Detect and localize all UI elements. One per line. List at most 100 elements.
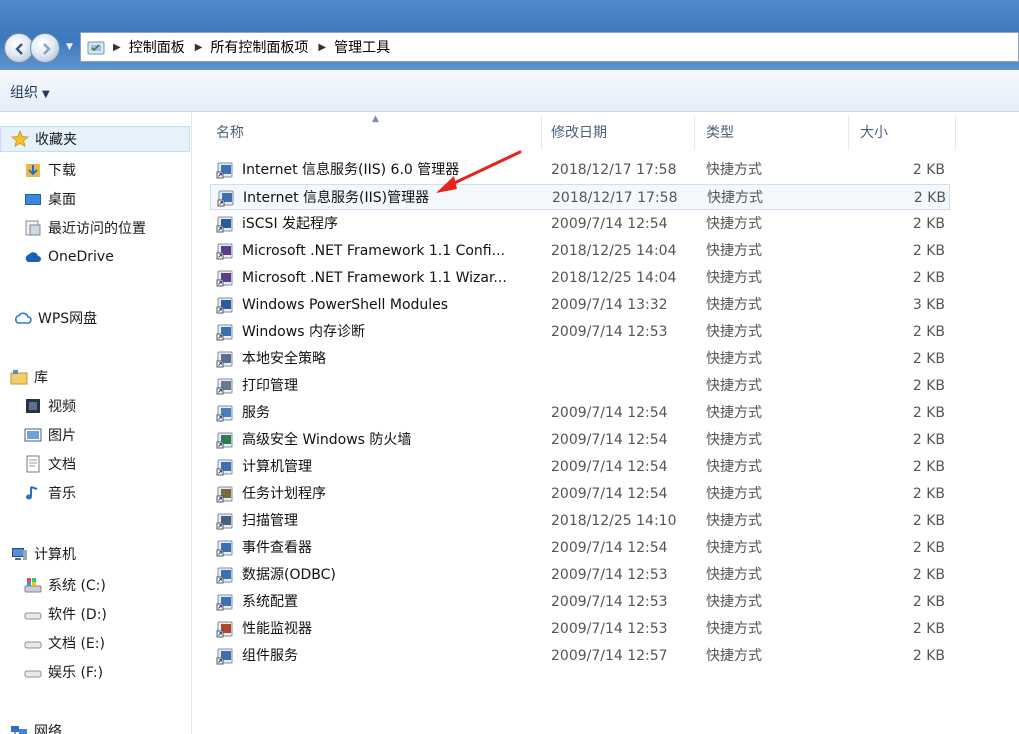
sidebar-item-computer[interactable]: 计算机: [0, 541, 190, 567]
table-row[interactable]: 系统配置 2009/7/14 12:53 快捷方式 2 KB: [210, 589, 950, 615]
star-icon: [11, 130, 29, 148]
system-drive-icon: [24, 578, 42, 593]
sidebar-item-pictures[interactable]: 图片: [0, 422, 190, 448]
file-date: 2018/12/17 17:58: [552, 190, 678, 206]
sidebar-item-drive-e[interactable]: 文档 (E:): [0, 630, 190, 656]
column-divider[interactable]: [541, 116, 542, 150]
shortcut-icon: [216, 270, 233, 287]
organize-menu-button[interactable]: 组织 ▼: [10, 82, 50, 102]
command-bar: 组织 ▼: [0, 70, 1019, 112]
file-size: 2 KB: [912, 405, 945, 421]
table-row[interactable]: 打印管理 快捷方式 2 KB: [210, 373, 950, 399]
breadcrumb-all-items[interactable]: 所有控制面板项: [210, 37, 308, 57]
table-row[interactable]: 本地安全策略 快捷方式 2 KB: [210, 346, 950, 372]
sidebar-item-drive-d[interactable]: 软件 (D:): [0, 601, 190, 627]
table-row[interactable]: 计算机管理 2009/7/14 12:54 快捷方式 2 KB: [210, 454, 950, 480]
file-date: 2009/7/14 12:54: [551, 459, 668, 475]
table-row[interactable]: Internet 信息服务(IIS) 6.0 管理器 2018/12/17 17:…: [210, 157, 950, 183]
shortcut-icon: [216, 567, 233, 584]
shortcut-icon: [216, 459, 233, 476]
column-header-type[interactable]: 类型: [706, 112, 846, 152]
sidebar-item-drive-c[interactable]: 系统 (C:): [0, 572, 190, 598]
control-panel-icon: [87, 41, 105, 55]
drive-icon: [24, 612, 42, 620]
shortcut-icon: [216, 621, 233, 638]
table-row[interactable]: Microsoft .NET Framework 1.1 Wizar... 201…: [210, 265, 950, 291]
table-row[interactable]: Internet 信息服务(IIS)管理器 2018/12/17 17:58 快捷方…: [210, 184, 950, 210]
breadcrumb-separator-icon[interactable]: ▶: [318, 42, 326, 53]
shortcut-icon: [216, 216, 233, 233]
breadcrumb-admin-tools[interactable]: 管理工具: [334, 37, 390, 57]
table-row[interactable]: 服务 2009/7/14 12:54 快捷方式 2 KB: [210, 400, 950, 426]
shortcut-icon: [216, 324, 233, 341]
file-date: 2009/7/14 12:54: [551, 405, 668, 421]
file-size: 2 KB: [912, 243, 945, 259]
table-row[interactable]: 扫描管理 2018/12/25 14:10 快捷方式 2 KB: [210, 508, 950, 534]
drive-icon: [24, 641, 42, 649]
breadcrumb-separator-icon[interactable]: ▶: [113, 42, 121, 53]
file-name: Windows 内存诊断: [242, 324, 365, 340]
column-header-date[interactable]: 修改日期: [551, 112, 691, 152]
file-date: 2009/7/14 12:53: [551, 567, 668, 583]
table-row[interactable]: Microsoft .NET Framework 1.1 Confi... 201…: [210, 238, 950, 264]
file-name: 服务: [242, 405, 270, 421]
sidebar-item-desktop[interactable]: 桌面: [0, 186, 190, 212]
shortcut-icon: [216, 405, 233, 422]
downloads-folder-icon: [26, 164, 40, 177]
file-type: 快捷方式: [706, 540, 762, 556]
breadcrumb-separator-icon[interactable]: ▶: [195, 42, 203, 53]
sidebar-item-videos[interactable]: 视频: [0, 393, 190, 419]
column-header-name[interactable]: 名称: [216, 112, 536, 152]
sidebar-item-wps-cloud[interactable]: WPS网盘: [0, 305, 190, 331]
sidebar-item-network[interactable]: 网络: [0, 718, 190, 734]
sidebar-item-documents[interactable]: 文档: [0, 451, 190, 477]
file-name: Internet 信息服务(IIS) 6.0 管理器: [242, 162, 460, 178]
column-header-size[interactable]: 大小: [860, 112, 950, 152]
column-divider[interactable]: [955, 116, 956, 150]
cloud-outline-icon: [15, 312, 32, 324]
sidebar-item-libraries[interactable]: 库: [0, 364, 190, 390]
file-size: 2 KB: [912, 594, 945, 610]
sidebar-item-onedrive[interactable]: OneDrive: [0, 244, 190, 270]
file-size: 2 KB: [912, 459, 945, 475]
table-row[interactable]: Windows PowerShell Modules 2009/7/14 13:3…: [210, 292, 950, 318]
table-row[interactable]: 任务计划程序 2009/7/14 12:54 快捷方式 2 KB: [210, 481, 950, 507]
computer-icon: [12, 548, 27, 560]
column-divider[interactable]: [848, 116, 849, 150]
table-row[interactable]: 高级安全 Windows 防火墙 2009/7/14 12:54 快捷方式 2 KB: [210, 427, 950, 453]
table-row[interactable]: 数据源(ODBC) 2009/7/14 12:53 快捷方式 2 KB: [210, 562, 950, 588]
file-type: 快捷方式: [706, 216, 762, 232]
file-date: 2018/12/17 17:58: [551, 162, 677, 178]
file-type: 快捷方式: [706, 297, 762, 313]
sidebar-item-recent-places[interactable]: 最近访问的位置: [0, 215, 190, 241]
address-bar[interactable]: ▶ 控制面板 ▶ 所有控制面板项 ▶ 管理工具: [80, 32, 1019, 62]
file-type: 快捷方式: [706, 405, 762, 421]
file-name: Windows PowerShell Modules: [242, 297, 449, 313]
file-name: 任务计划程序: [242, 486, 326, 502]
recent-places-icon: [25, 220, 41, 236]
file-type: 快捷方式: [706, 270, 762, 286]
file-type: 快捷方式: [706, 324, 762, 340]
table-row[interactable]: Windows 内存诊断 2009/7/14 12:53 快捷方式 2 KB: [210, 319, 950, 345]
sidebar-item-downloads[interactable]: 下载: [0, 157, 190, 183]
table-row[interactable]: 事件查看器 2009/7/14 12:54 快捷方式 2 KB: [210, 535, 950, 561]
table-row[interactable]: 组件服务 2009/7/14 12:57 快捷方式 2 KB: [210, 643, 950, 669]
column-divider[interactable]: [694, 116, 695, 150]
sidebar-item-drive-f[interactable]: 娱乐 (F:): [0, 659, 190, 685]
file-date: 2009/7/14 12:54: [551, 432, 668, 448]
file-date: 2018/12/25 14:10: [551, 513, 677, 529]
file-type: 快捷方式: [706, 594, 762, 610]
sidebar-item-favorites[interactable]: 收藏夹: [0, 126, 190, 152]
file-type: 快捷方式: [706, 162, 762, 178]
file-size: 2 KB: [912, 621, 945, 637]
table-row[interactable]: 性能监视器 2009/7/14 12:53 快捷方式 2 KB: [210, 616, 950, 642]
table-row[interactable]: iSCSI 发起程序 2009/7/14 12:54 快捷方式 2 KB: [210, 211, 950, 237]
file-name: 性能监视器: [242, 621, 312, 637]
recent-pages-dropdown-icon[interactable]: ▼: [66, 42, 73, 52]
forward-button[interactable]: [30, 33, 60, 63]
sidebar-item-music[interactable]: 音乐: [0, 480, 190, 506]
shortcut-icon: [216, 513, 233, 530]
breadcrumb-control-panel[interactable]: 控制面板: [129, 37, 185, 57]
shortcut-icon: [216, 297, 233, 314]
arrow-left-icon: [15, 43, 23, 55]
